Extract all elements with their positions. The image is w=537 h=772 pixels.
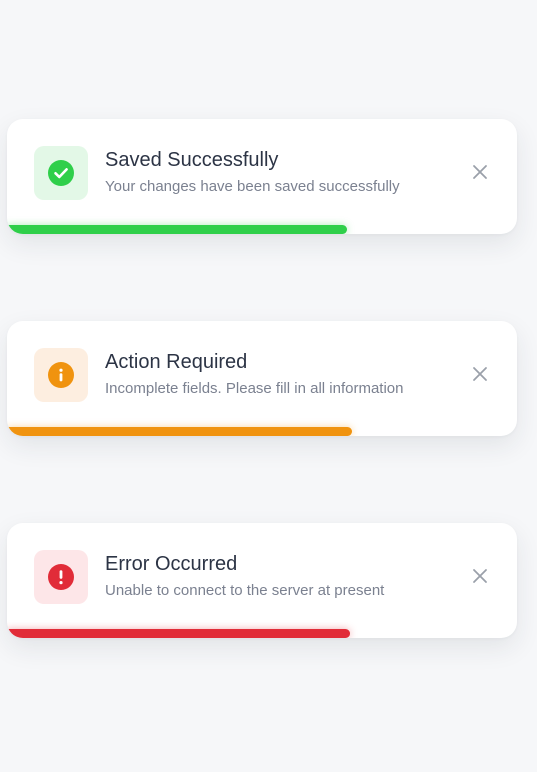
- toast-warning: Action Required Incomplete fields. Pleas…: [7, 321, 517, 436]
- close-button[interactable]: [467, 563, 493, 589]
- progress-fill: [7, 427, 352, 436]
- toast-message: Your changes have been saved successfull…: [105, 178, 400, 195]
- toast-icon-box: [34, 146, 88, 200]
- toast-success: Saved Successfully Your changes have bee…: [7, 119, 517, 234]
- close-button[interactable]: [467, 361, 493, 387]
- close-icon: [473, 367, 487, 381]
- toast-error: Error Occurred Unable to connect to the …: [7, 523, 517, 638]
- toast-icon-box: [34, 348, 88, 402]
- check-circle-icon: [48, 160, 74, 186]
- progress-bar: [7, 225, 517, 234]
- progress-bar: [7, 427, 517, 436]
- toast-message: Incomplete fields. Please fill in all in…: [105, 380, 404, 397]
- toast-title: Error Occurred: [105, 553, 238, 575]
- progress-bar: [7, 629, 517, 638]
- progress-fill: [7, 629, 350, 638]
- close-button[interactable]: [467, 159, 493, 185]
- info-circle-icon: [48, 362, 74, 388]
- close-icon: [473, 569, 487, 583]
- progress-fill: [7, 225, 348, 234]
- toast-message: Unable to connect to the server at prese…: [105, 582, 385, 599]
- exclamation-circle-icon: [48, 564, 74, 590]
- close-icon: [473, 165, 487, 179]
- toast-title: Action Required: [105, 351, 248, 373]
- toast-icon-box: [34, 550, 88, 604]
- toast-title: Saved Successfully: [105, 149, 279, 171]
